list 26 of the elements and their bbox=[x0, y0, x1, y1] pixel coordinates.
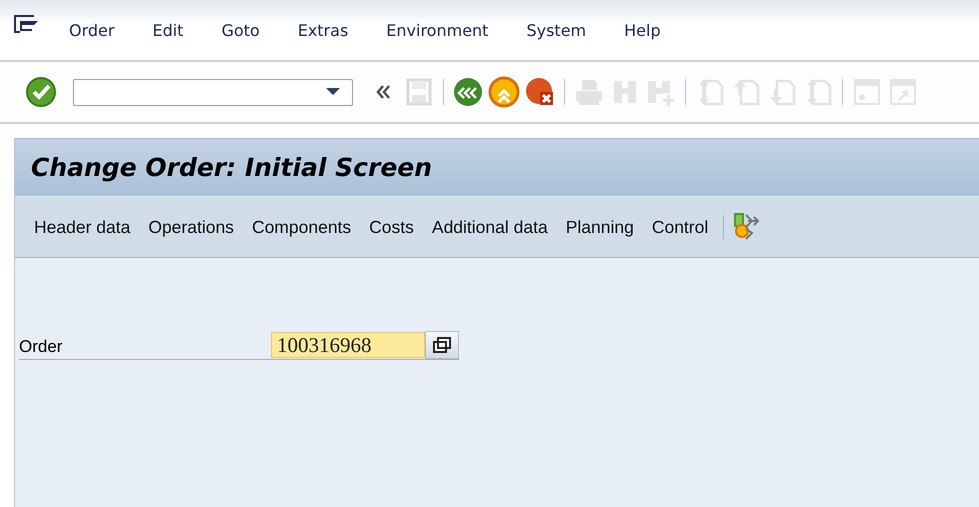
toolbar-button[interactable]: Costs bbox=[362, 216, 421, 238]
check-icon[interactable] bbox=[25, 76, 57, 108]
toolbar-button[interactable]: Additional data bbox=[424, 216, 555, 238]
menu-item[interactable]: Order bbox=[69, 20, 114, 40]
menu-item[interactable]: System bbox=[526, 20, 586, 40]
menu-item[interactable]: Help bbox=[624, 20, 661, 40]
toolbar-button[interactable]: Header data bbox=[27, 216, 138, 238]
menu-item[interactable]: Environment bbox=[386, 20, 488, 40]
cancel-icon[interactable] bbox=[524, 76, 556, 108]
toolbar-button[interactable]: Control bbox=[644, 216, 716, 238]
menu-item[interactable]: Edit bbox=[152, 20, 184, 40]
field-label: Order bbox=[19, 336, 64, 357]
overlapping-squares-icon bbox=[433, 337, 451, 353]
menu-icon[interactable] bbox=[12, 13, 40, 35]
order-field[interactable]: 100316968 bbox=[271, 332, 425, 358]
toolbar-button[interactable]: Components bbox=[244, 216, 358, 238]
back-icon[interactable] bbox=[452, 76, 484, 108]
exit-icon[interactable] bbox=[488, 76, 520, 108]
dropdown-arrow-icon[interactable] bbox=[326, 88, 340, 96]
value-help-button[interactable] bbox=[425, 331, 459, 359]
toolbar-button[interactable]: Operations bbox=[141, 216, 241, 238]
command-field[interactable] bbox=[73, 78, 353, 106]
toolbar-button[interactable]: Planning bbox=[558, 216, 641, 238]
screen-title: Change Order: Initial Screen bbox=[31, 153, 432, 182]
menu-item[interactable]: Goto bbox=[221, 20, 260, 40]
menu-item[interactable]: Extras bbox=[298, 20, 348, 40]
